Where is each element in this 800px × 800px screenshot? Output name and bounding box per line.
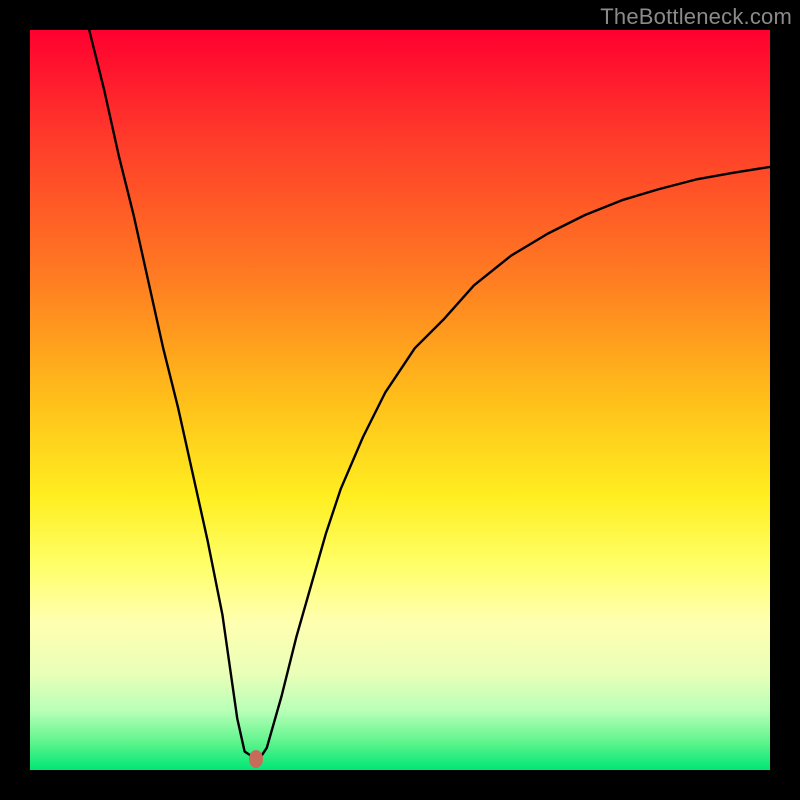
optimal-point-marker — [249, 750, 263, 768]
plot-area — [30, 30, 770, 770]
watermark-label: TheBottleneck.com — [600, 4, 792, 30]
chart-frame: TheBottleneck.com — [0, 0, 800, 800]
bottleneck-curve — [30, 30, 770, 770]
